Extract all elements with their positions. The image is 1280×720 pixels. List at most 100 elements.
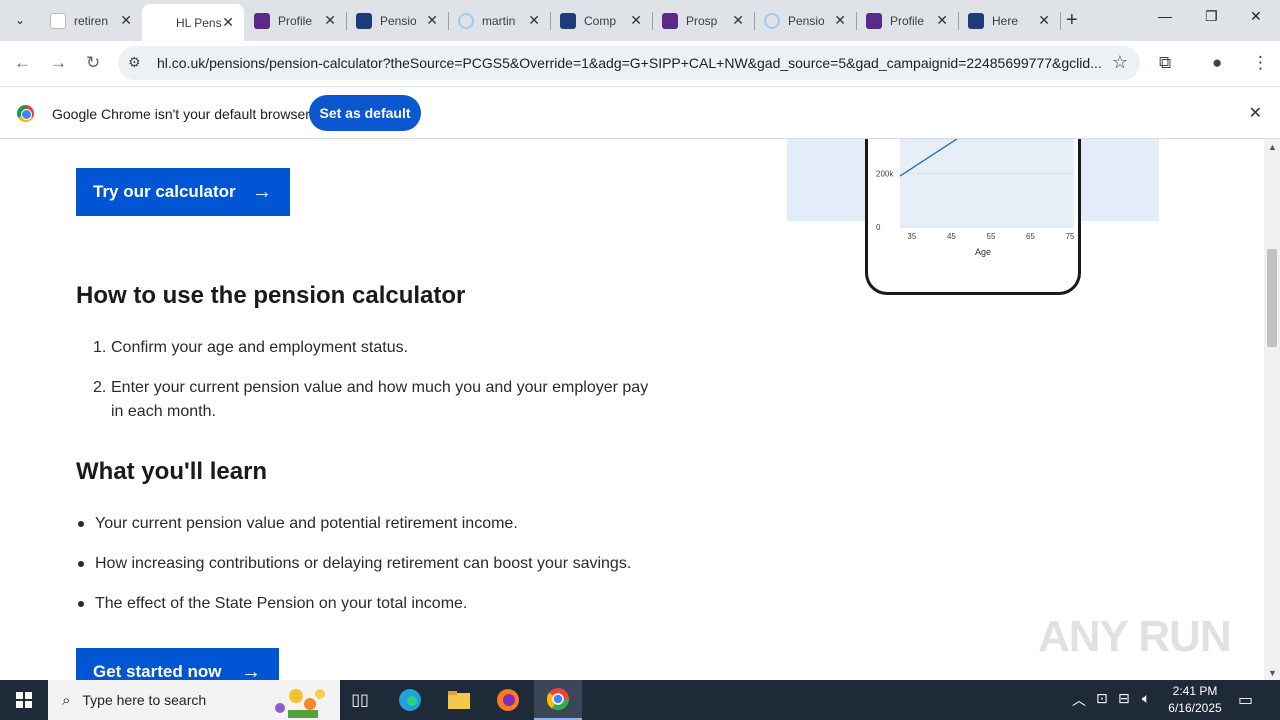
browser-tab[interactable]: Comp ✕ [550,0,653,41]
step-text: Enter your current pension value and how… [111,379,649,396]
browser-tab[interactable]: Profile ✕ [856,0,959,41]
tab-title: Prosp [686,13,718,28]
scroll-down-icon[interactable]: ▼ [1268,668,1277,678]
browser-tab[interactable]: Profile ✕ [244,0,347,41]
tab-strip: ⌄ retiren✕HL Pensio✕Profile✕Pensio✕marti… [0,0,1280,41]
browser-tab[interactable]: Pensio ✕ [754,0,857,41]
tab-close-icon[interactable]: ✕ [936,12,948,29]
loading-icon [764,12,780,29]
extensions-icon[interactable]: ⧉ [1159,53,1171,73]
volume-icon[interactable]: 🔈︎ [1142,690,1150,707]
browser-tab[interactable]: retiren ✕ [40,0,143,41]
step-text-continued: in each month. [111,403,216,420]
set-as-default-button[interactable]: Set as default [309,95,421,131]
menu-icon[interactable]: ⋮ [1252,53,1269,73]
chart-plot-area [900,139,1074,227]
site-icon [356,12,372,29]
clock-date: 6/16/2025 [1168,701,1222,715]
task-view-icon[interactable]: ▯▯ [336,680,384,720]
search-icon: ⌕ [62,691,71,709]
start-button[interactable] [0,680,48,720]
bullet-dot [78,601,84,607]
minimize-icon[interactable]: — [1158,8,1172,24]
tab-title: Comp [584,13,617,28]
get-started-label: Get started now [93,662,222,680]
infobar-close-icon[interactable]: ✕ [1249,103,1262,123]
loading-icon [458,12,474,29]
profile-icon[interactable]: ● [1212,53,1222,73]
scroll-up-icon[interactable]: ▲ [1268,142,1277,152]
blank-page-icon [50,12,66,29]
windows-logo-icon [16,692,32,708]
url-text[interactable]: hl.co.uk/pensions/pension-calculator?the… [157,55,1102,71]
tab-close-icon[interactable]: ✕ [324,12,336,29]
browser-tab[interactable]: Here ✕ [958,0,1061,41]
try-calculator-button[interactable]: Try our calculator → [76,168,290,216]
tab-title: Pensio [788,13,824,28]
chart-x-tick-label: 55 [987,232,996,241]
bullet-dot [78,521,84,527]
tab-separator [1060,12,1061,30]
tab-close-icon[interactable]: ✕ [732,12,744,29]
step-number: 2. [93,379,107,396]
tab-title: Here [992,13,1019,28]
edge-icon[interactable] [386,680,434,720]
firefox-icon[interactable] [484,680,532,720]
close-window-icon[interactable]: ✕ [1250,8,1262,25]
get-started-button[interactable]: Get started now → [76,648,279,680]
step-text: Confirm your age and employment status. [111,339,409,356]
reload-icon[interactable]: ↻ [86,53,100,73]
site-icon [560,12,576,29]
file-explorer-icon[interactable] [435,680,483,720]
chart-y-tick-label: 0 [876,223,881,232]
default-browser-infobar: Google Chrome isn't your default browser… [0,88,1280,139]
phone-illustration: 0200k400k3545556575Age [865,139,1081,295]
tab-close-icon[interactable]: ✕ [1038,12,1050,29]
search-placeholder: Type here to search [82,692,207,708]
tray-chevron-icon[interactable]: ︿ [1072,690,1086,710]
browser-tab[interactable]: martin ✕ [448,0,551,41]
chart-y-tick-label: 200k [876,169,894,178]
infobar-message: Google Chrome isn't your default browser [52,106,310,122]
how-to-heading: How to use the pension calculator [76,282,466,309]
notifications-icon[interactable]: ▭ [1238,690,1253,710]
tab-close-icon[interactable]: ✕ [834,12,846,29]
chart-x-tick-label: 35 [907,232,916,241]
tab-close-icon[interactable]: ✕ [630,12,642,29]
browser-tab[interactable]: Pensio ✕ [346,0,449,41]
taskbar-search[interactable]: ⌕ Type here to search [48,680,340,720]
restore-icon[interactable]: ❐ [1205,8,1218,25]
tab-close-icon[interactable]: ✕ [222,14,234,31]
arrow-right-icon: → [252,180,272,203]
tab-close-icon[interactable]: ✕ [528,12,540,29]
browser-tab[interactable]: HL Pensio✕ [142,4,244,41]
try-calculator-label: Try our calculator [93,182,236,201]
scrollbar-thumb[interactable] [1267,249,1277,347]
bookmark-star-icon[interactable]: ☆ [1112,52,1128,73]
flowers-decoration-icon [275,689,325,718]
page-scrollbar[interactable]: ▲ ▼ [1264,139,1280,680]
tray-device-icon[interactable]: ⊡ [1096,690,1108,707]
chrome-taskbar-icon[interactable] [534,680,582,720]
tab-close-icon[interactable]: ✕ [426,12,438,29]
hl-logo-icon [152,14,168,31]
site-info-icon[interactable]: ⚙ [128,54,141,71]
bullet-dot [78,561,84,567]
clock[interactable]: 2:41 PM 6/16/2025 [1160,683,1230,717]
tab-title: Pensio [380,13,416,28]
tab-title: martin [482,13,516,28]
address-bar[interactable]: ⚙ hl.co.uk/pensions/pension-calculator?t… [118,46,1140,80]
step-number: 1. [93,339,107,356]
browser-tab[interactable]: Prosp ✕ [652,0,755,41]
back-icon[interactable]: ← [14,53,31,73]
browser-toolbar: ← → ↻ ⚙ hl.co.uk/pensions/pension-calcul… [0,41,1280,87]
new-tab-icon[interactable]: + [1066,9,1078,32]
tab-search-icon[interactable]: ⌄ [8,8,32,32]
learn-item: Your current pension value and potential… [95,515,518,532]
network-icon[interactable]: ⊟ [1118,690,1130,707]
chrome-logo-icon [17,105,34,122]
tab-close-icon[interactable]: ✕ [120,12,132,29]
pension-chart: 0200k400k3545556575Age [876,139,1075,257]
learn-item: How increasing contributions or delaying… [95,555,632,572]
forward-icon[interactable]: → [50,53,67,73]
